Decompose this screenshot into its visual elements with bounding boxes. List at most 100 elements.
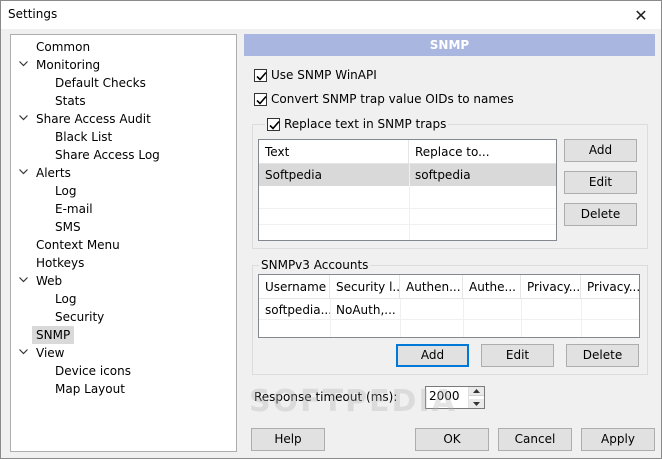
- chevron-down-icon[interactable]: [18, 56, 30, 74]
- tree-item-label: Device icons: [55, 364, 131, 378]
- use-snmp-winapi-label: Use SNMP WinAPI: [271, 68, 377, 82]
- convert-oids-checkbox[interactable]: Convert SNMP trap value OIDs to names: [254, 92, 514, 106]
- replace-text-checkbox[interactable]: Replace text in SNMP traps: [265, 117, 449, 131]
- snmpv3-edit-button[interactable]: Edit: [481, 344, 554, 367]
- column-header-text[interactable]: Text: [259, 140, 409, 164]
- checkbox-box[interactable]: [254, 92, 267, 106]
- section-header: SNMP: [244, 34, 655, 56]
- column-header-authentication-2[interactable]: Authe...: [463, 275, 521, 299]
- settings-window: Settings ✕ Common Monitoring Default Check…: [0, 0, 662, 459]
- tree-item[interactable]: Map Layout: [11, 380, 236, 398]
- tree-item-label: Web: [36, 274, 63, 288]
- tree-item-label: Share Access Log: [55, 148, 160, 162]
- tree-item[interactable]: Context Menu: [11, 236, 236, 254]
- response-timeout-label: Response timeout (ms):: [254, 390, 398, 404]
- cell-username: softpedia...: [265, 303, 330, 317]
- title-bar: Settings ✕: [1, 1, 661, 29]
- replace-text-label: Replace text in SNMP traps: [284, 117, 447, 131]
- grid-line: [259, 224, 556, 225]
- tree-item[interactable]: Alerts: [11, 164, 236, 182]
- ok-button[interactable]: OK: [415, 428, 489, 451]
- cancel-button[interactable]: Cancel: [498, 428, 572, 451]
- tree-item[interactable]: Share Access Audit: [11, 110, 236, 128]
- tree-item[interactable]: Monitoring: [11, 56, 236, 74]
- spinner-arrows[interactable]: [468, 387, 484, 408]
- snmpv3-add-button[interactable]: Add: [396, 344, 469, 367]
- settings-tree[interactable]: Common Monitoring Default Checks Stats Share…: [10, 34, 237, 452]
- snmpv3-legend: SNMPv3 Accounts: [259, 258, 371, 272]
- grid-line: [409, 164, 410, 240]
- replace-add-button[interactable]: Add: [564, 139, 637, 162]
- table-row[interactable]: Softpedia softpedia: [259, 164, 556, 186]
- use-snmp-winapi-checkbox[interactable]: Use SNMP WinAPI: [254, 68, 377, 82]
- chevron-down-icon[interactable]: [18, 110, 30, 128]
- grid-line: [330, 299, 331, 337]
- tree-item-label: SNMP: [32, 326, 75, 344]
- table-header: Text Replace to...: [259, 140, 556, 164]
- tree-item[interactable]: E-mail: [11, 200, 236, 218]
- tree-item[interactable]: Stats: [11, 92, 236, 110]
- tree-item[interactable]: View: [11, 344, 236, 362]
- tree-item[interactable]: Default Checks: [11, 74, 236, 92]
- tree-item-label: Stats: [55, 94, 86, 108]
- grid-line: [259, 319, 639, 320]
- column-header-authentication[interactable]: Authen...: [400, 275, 463, 299]
- grid-line: [521, 299, 522, 337]
- tree-item[interactable]: Log: [11, 182, 236, 200]
- column-header-security-level[interactable]: Security l...: [330, 275, 400, 299]
- tree-item-label: Log: [55, 184, 77, 198]
- tree-item[interactable]: Device icons: [11, 362, 236, 380]
- replace-delete-button[interactable]: Delete: [564, 203, 637, 226]
- grid-line: [581, 299, 582, 337]
- close-icon[interactable]: ✕: [621, 1, 661, 29]
- cell-text: Softpedia: [265, 168, 322, 182]
- tree-item[interactable]: Web: [11, 272, 236, 290]
- tree-item-label: Share Access Audit: [36, 112, 151, 126]
- spin-down-icon[interactable]: [469, 399, 484, 408]
- column-header-privacy[interactable]: Privacy...: [521, 275, 581, 299]
- tree-item-label: Default Checks: [55, 76, 146, 90]
- tree-item-label: Black List: [55, 130, 113, 144]
- chevron-down-icon[interactable]: [18, 344, 30, 362]
- replace-text-table[interactable]: Text Replace to... Softpedia softpedia: [258, 139, 557, 241]
- grid-line: [259, 208, 556, 209]
- help-button[interactable]: Help: [251, 428, 325, 451]
- tree-item[interactable]: Share Access Log: [11, 146, 236, 164]
- tree-item-label: View: [36, 346, 65, 360]
- tree-item-label: Context Menu: [36, 238, 120, 252]
- tree-item-label: Common: [36, 40, 91, 54]
- tree-item-label: E-mail: [55, 202, 93, 216]
- tree-item[interactable]: Log: [11, 290, 236, 308]
- snmpv3-delete-button[interactable]: Delete: [566, 344, 639, 367]
- checkbox-box[interactable]: [267, 117, 280, 131]
- tree-item[interactable]: Black List: [11, 128, 236, 146]
- table-row[interactable]: softpedia... NoAuth,...: [259, 299, 639, 321]
- tree-item-label: Log: [55, 292, 77, 306]
- apply-button[interactable]: Apply: [581, 428, 655, 451]
- tree-item[interactable]: Hotkeys: [11, 254, 236, 272]
- convert-oids-label: Convert SNMP trap value OIDs to names: [271, 92, 514, 106]
- column-header-replace-to[interactable]: Replace to...: [409, 140, 556, 164]
- response-timeout-value[interactable]: 2000: [429, 389, 460, 403]
- column-header-username[interactable]: Username: [259, 275, 330, 299]
- window-title: Settings: [8, 7, 58, 21]
- chevron-down-icon[interactable]: [18, 272, 30, 290]
- tree-item-label: Hotkeys: [36, 256, 85, 270]
- tree-item-label: SMS: [55, 220, 81, 234]
- spin-up-icon[interactable]: [469, 387, 484, 396]
- snmpv3-accounts-table[interactable]: Username Security l... Authen... Authe..…: [258, 274, 640, 338]
- checkbox-box[interactable]: [254, 68, 267, 82]
- cell-replace-to: softpedia: [415, 168, 471, 182]
- tree-item-label: Monitoring: [36, 58, 101, 72]
- tree-item[interactable]: SNMP: [11, 326, 236, 344]
- grid-line: [400, 299, 401, 337]
- response-timeout-spinner[interactable]: 2000: [425, 386, 485, 409]
- chevron-down-icon[interactable]: [18, 164, 30, 182]
- tree-item[interactable]: Security: [11, 308, 236, 326]
- tree-item[interactable]: SMS: [11, 218, 236, 236]
- tree-item[interactable]: Common: [11, 38, 236, 56]
- column-header-privacy-2[interactable]: Privacy...: [581, 275, 639, 299]
- cell-security-level: NoAuth,...: [336, 303, 396, 317]
- tree-item-label: Alerts: [36, 166, 71, 180]
- replace-edit-button[interactable]: Edit: [564, 171, 637, 194]
